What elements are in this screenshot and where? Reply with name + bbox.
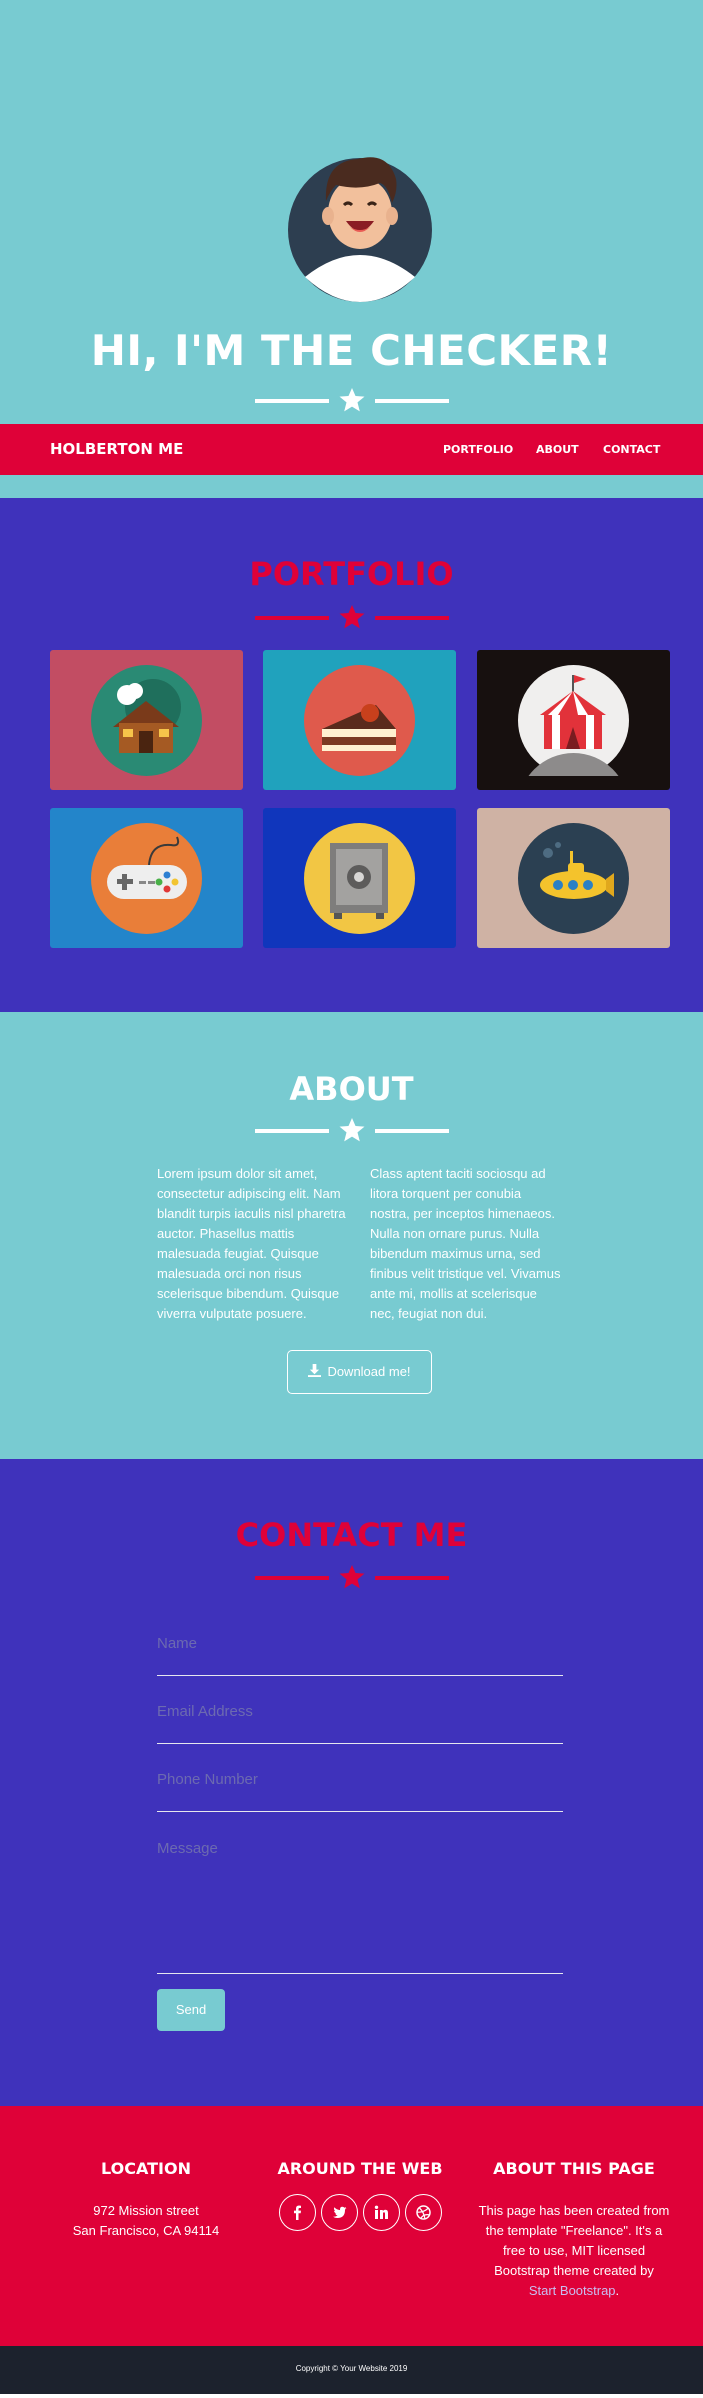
copyright-bar: Copyright © Your Website 2019 bbox=[0, 2346, 703, 2394]
address-line1: 972 Mission street bbox=[93, 2203, 199, 2218]
location-heading: LOCATION bbox=[101, 2159, 191, 2178]
start-bootstrap-link[interactable]: Start Bootstrap bbox=[529, 2283, 616, 2298]
about-page-end: . bbox=[615, 2283, 620, 2298]
game-controller-icon bbox=[91, 823, 202, 934]
about-title: ABOUT bbox=[289, 1070, 414, 1108]
about-page-line1: This page has been created from bbox=[478, 2203, 670, 2218]
star-icon bbox=[339, 1565, 364, 1589]
portfolio-item-submarine[interactable] bbox=[477, 808, 670, 948]
about-page-line2: the template "Freelance". It's a bbox=[485, 2223, 663, 2238]
facebook-icon bbox=[294, 2205, 301, 2220]
circus-tent-icon bbox=[518, 665, 629, 776]
page-title: HI, I'M THE CHECKER! bbox=[90, 326, 613, 375]
nav-link-contact[interactable]: CONTACT bbox=[603, 443, 660, 456]
footer: LOCATION 972 Mission street San Francisc… bbox=[0, 2106, 703, 2346]
linkedin-icon bbox=[374, 2205, 388, 2219]
portfolio-item-cake[interactable] bbox=[263, 650, 456, 790]
submarine-icon bbox=[518, 823, 629, 934]
star-divider bbox=[254, 1565, 449, 1589]
name-field[interactable]: Name bbox=[157, 1619, 563, 1676]
about-text-right: Class aptent taciti sociosqu ad litora t… bbox=[370, 1166, 561, 1321]
portfolio-title: PORTFOLIO bbox=[249, 555, 454, 593]
email-placeholder: Email Address bbox=[157, 1703, 253, 1720]
portfolio-item-controller[interactable] bbox=[50, 808, 243, 948]
masthead: HI, I'M THE CHECKER! HOLBERTON ME PORTFO… bbox=[0, 0, 703, 475]
star-divider bbox=[254, 605, 449, 629]
portfolio-item-cabin[interactable] bbox=[50, 650, 243, 790]
safe-icon bbox=[304, 823, 415, 934]
around-web-heading: AROUND THE WEB bbox=[277, 2159, 443, 2178]
download-icon bbox=[308, 1364, 322, 1377]
about-page-line3: free to use, MIT licensed bbox=[502, 2243, 646, 2258]
copyright-text: Copyright © Your Website 2019 bbox=[295, 2364, 408, 2373]
portfolio-item-safe[interactable] bbox=[263, 808, 456, 948]
facebook-button[interactable] bbox=[279, 2194, 316, 2231]
star-icon bbox=[339, 605, 364, 629]
about-text-left: Lorem ipsum dolor sit amet, consectetur … bbox=[157, 1166, 346, 1321]
phone-field[interactable]: Phone Number bbox=[157, 1755, 563, 1812]
cabin-icon bbox=[91, 665, 202, 776]
about-page-line4: Bootstrap theme created by bbox=[494, 2263, 654, 2278]
about-page-line5: Start Bootstrap. bbox=[468, 2281, 680, 2301]
avatar-icon bbox=[288, 141, 432, 302]
about-page-heading: ABOUT THIS PAGE bbox=[493, 2159, 655, 2178]
dribbble-icon bbox=[416, 2205, 431, 2220]
download-button[interactable]: Download me! bbox=[287, 1350, 432, 1394]
navbar: HOLBERTON ME PORTFOLIO ABOUT CONTACT bbox=[0, 424, 703, 475]
download-label: Download me! bbox=[327, 1364, 411, 1379]
portfolio-item-circus[interactable] bbox=[477, 650, 670, 790]
star-divider bbox=[254, 388, 449, 412]
cake-icon bbox=[304, 665, 415, 776]
contact-section: CONTACT ME Name Email Address Phone Numb… bbox=[0, 1459, 703, 2106]
linkedin-button[interactable] bbox=[363, 2194, 400, 2231]
contact-title: CONTACT ME bbox=[235, 1516, 468, 1554]
address-line2: San Francisco, CA 94114 bbox=[72, 2223, 220, 2238]
star-icon bbox=[339, 388, 364, 412]
twitter-icon bbox=[333, 2206, 347, 2218]
nav-link-about[interactable]: ABOUT bbox=[536, 443, 579, 456]
spacer bbox=[0, 475, 703, 498]
message-placeholder: Message bbox=[157, 1840, 218, 1857]
dribbble-button[interactable] bbox=[405, 2194, 442, 2231]
star-icon bbox=[339, 1118, 364, 1142]
send-button[interactable]: Send bbox=[157, 1989, 225, 2031]
email-field[interactable]: Email Address bbox=[157, 1687, 563, 1744]
name-placeholder: Name bbox=[157, 1635, 198, 1652]
portfolio-section: PORTFOLIO bbox=[0, 498, 703, 1012]
message-field[interactable]: Message bbox=[157, 1824, 563, 1974]
nav-link-portfolio[interactable]: PORTFOLIO bbox=[443, 443, 513, 456]
about-section: ABOUT Lorem ipsum dolor sit amet, consec… bbox=[0, 1012, 703, 1459]
phone-placeholder: Phone Number bbox=[157, 1771, 258, 1788]
star-divider bbox=[254, 1118, 449, 1142]
brand-link[interactable]: HOLBERTON ME bbox=[50, 440, 183, 458]
twitter-button[interactable] bbox=[321, 2194, 358, 2231]
